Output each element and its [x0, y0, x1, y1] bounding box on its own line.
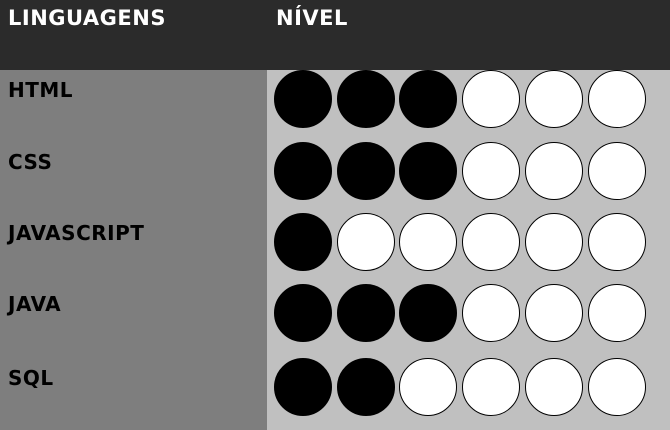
table-row: SQL	[0, 358, 670, 430]
table-header: LINGUAGENS NÍVEL	[0, 0, 670, 70]
level-dot-empty	[462, 70, 521, 128]
language-name: JAVASCRIPT	[8, 221, 145, 245]
level-dot-filled	[336, 284, 395, 342]
level-dot-empty	[524, 284, 583, 342]
languages-column-header: LINGUAGENS	[8, 6, 166, 30]
level-dot-empty	[587, 70, 646, 128]
language-name: SQL	[8, 366, 54, 390]
level-dot-filled	[399, 142, 458, 200]
table-row: HTML	[0, 70, 670, 142]
level-dot-empty	[399, 213, 458, 271]
table-row: CSS	[0, 142, 670, 214]
level-dot-filled	[274, 284, 332, 342]
level-dot-filled	[336, 142, 395, 200]
level-dot-empty	[336, 213, 395, 271]
level-dot-filled	[274, 70, 332, 128]
level-dot-empty	[587, 358, 646, 416]
level-dot-empty	[462, 213, 521, 271]
level-dot-empty	[399, 358, 458, 416]
level-dot-empty	[587, 284, 646, 342]
level-dot-empty	[524, 142, 583, 200]
level-dot-empty	[462, 284, 521, 342]
level-column-header: NÍVEL	[276, 6, 348, 30]
language-name: JAVA	[8, 292, 62, 316]
level-dot-empty	[587, 213, 646, 271]
level-dot-filled	[336, 70, 395, 128]
table-row: JAVASCRIPT	[0, 213, 670, 285]
level-dot-empty	[462, 358, 521, 416]
level-dot-empty	[524, 358, 583, 416]
level-dot-filled	[399, 284, 458, 342]
level-dot-empty	[462, 142, 521, 200]
level-dot-empty	[524, 213, 583, 271]
level-dot-empty	[587, 142, 646, 200]
level-dot-filled	[399, 70, 458, 128]
level-dot-filled	[274, 213, 332, 271]
level-dot-filled	[336, 358, 395, 416]
table-row: JAVA	[0, 284, 670, 356]
level-dot-filled	[274, 358, 332, 416]
level-dot-filled	[274, 142, 332, 200]
language-name: HTML	[8, 78, 74, 102]
language-name: CSS	[8, 150, 53, 174]
level-dot-empty	[524, 70, 583, 128]
